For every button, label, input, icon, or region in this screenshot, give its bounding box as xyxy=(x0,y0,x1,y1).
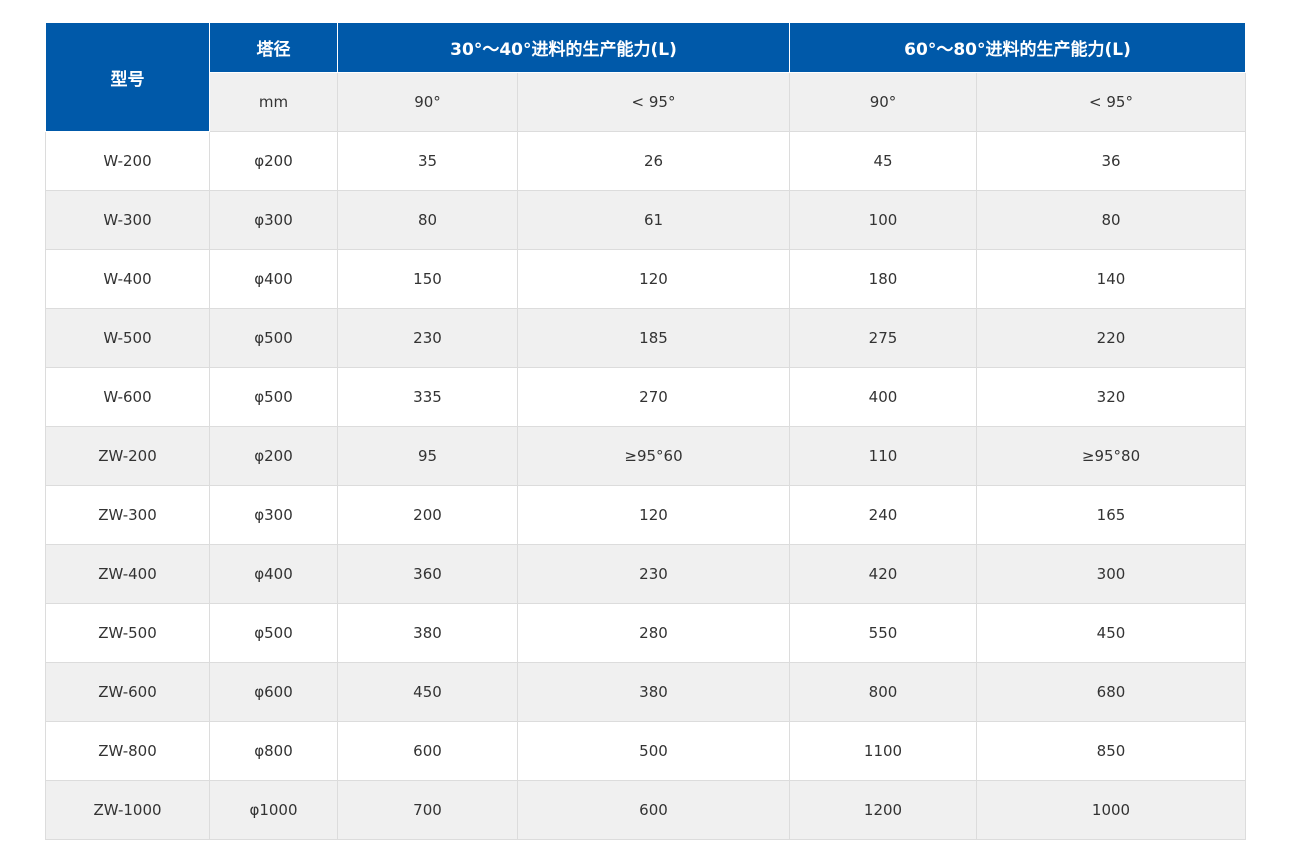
cell-g2-90: 110 xyxy=(789,426,977,486)
subheader-diameter-unit: mm xyxy=(209,72,338,132)
spec-table: 型号 塔径 30°～40°进料的生产能力(L) 60°～80°进料的生产能力(L… xyxy=(45,22,1246,840)
cell-g1-90: 380 xyxy=(337,603,518,663)
cell-g2-lt95: 165 xyxy=(976,485,1246,545)
cell-model: ZW-600 xyxy=(45,662,210,722)
cell-model: W-600 xyxy=(45,367,210,427)
cell-g2-lt95: 450 xyxy=(976,603,1246,663)
header-group-30-40: 30°～40°进料的生产能力(L) xyxy=(337,22,790,73)
table-row: W-500 φ500 230 185 275 220 xyxy=(45,308,1246,368)
table-row: ZW-500 φ500 380 280 550 450 xyxy=(45,603,1246,663)
subheader-g2-lt95: < 95° xyxy=(976,72,1246,132)
cell-g1-90: 150 xyxy=(337,249,518,309)
header-row-primary: 型号 塔径 30°～40°进料的生产能力(L) 60°～80°进料的生产能力(L… xyxy=(45,22,1246,132)
table-row: ZW-1000 φ1000 700 600 1200 1000 xyxy=(45,780,1246,840)
cell-g2-90: 45 xyxy=(789,131,977,191)
cell-g1-lt95: 61 xyxy=(517,190,790,250)
cell-diameter: φ400 xyxy=(209,249,338,309)
cell-g2-90: 275 xyxy=(789,308,977,368)
spec-table-container: 型号 塔径 30°～40°进料的生产能力(L) 60°～80°进料的生产能力(L… xyxy=(45,22,1246,840)
cell-g1-90: 700 xyxy=(337,780,518,840)
cell-g2-lt95: 680 xyxy=(976,662,1246,722)
cell-model: W-400 xyxy=(45,249,210,309)
cell-g1-90: 200 xyxy=(337,485,518,545)
cell-g1-lt95: 380 xyxy=(517,662,790,722)
cell-diameter: φ200 xyxy=(209,426,338,486)
cell-diameter: φ500 xyxy=(209,308,338,368)
cell-g1-90: 230 xyxy=(337,308,518,368)
cell-model: ZW-1000 xyxy=(45,780,210,840)
cell-g2-90: 550 xyxy=(789,603,977,663)
cell-g2-lt95: 80 xyxy=(976,190,1246,250)
cell-g1-90: 600 xyxy=(337,721,518,781)
header-row-secondary: mm 90° < 95° 90° < 95° xyxy=(46,72,1246,132)
cell-diameter: φ300 xyxy=(209,485,338,545)
cell-g2-90: 180 xyxy=(789,249,977,309)
table-row: ZW-200 φ200 95 ≥95°60 110 ≥95°80 xyxy=(45,426,1246,486)
cell-g2-90: 1100 xyxy=(789,721,977,781)
table-row: ZW-800 φ800 600 500 1100 850 xyxy=(45,721,1246,781)
cell-model: W-500 xyxy=(45,308,210,368)
cell-g1-lt95: 270 xyxy=(517,367,790,427)
cell-g2-90: 100 xyxy=(789,190,977,250)
table-header: 型号 塔径 30°～40°进料的生产能力(L) 60°～80°进料的生产能力(L… xyxy=(45,22,1246,132)
cell-model: ZW-200 xyxy=(45,426,210,486)
cell-g2-lt95: 220 xyxy=(976,308,1246,368)
cell-g1-lt95: ≥95°60 xyxy=(517,426,790,486)
cell-g1-90: 80 xyxy=(337,190,518,250)
cell-model: ZW-500 xyxy=(45,603,210,663)
table-row: W-300 φ300 80 61 100 80 xyxy=(45,190,1246,250)
subheader-g1-lt95: < 95° xyxy=(517,72,790,132)
table-row: W-400 φ400 150 120 180 140 xyxy=(45,249,1246,309)
cell-g2-lt95: 300 xyxy=(976,544,1246,604)
cell-g1-90: 35 xyxy=(337,131,518,191)
cell-g1-lt95: 185 xyxy=(517,308,790,368)
cell-diameter: φ300 xyxy=(209,190,338,250)
cell-g1-90: 95 xyxy=(337,426,518,486)
cell-diameter: φ600 xyxy=(209,662,338,722)
table-row: ZW-300 φ300 200 120 240 165 xyxy=(45,485,1246,545)
subheader-g1-90: 90° xyxy=(337,72,518,132)
cell-g1-90: 360 xyxy=(337,544,518,604)
cell-g1-90: 335 xyxy=(337,367,518,427)
cell-g2-90: 420 xyxy=(789,544,977,604)
cell-g2-90: 800 xyxy=(789,662,977,722)
table-row: ZW-600 φ600 450 380 800 680 xyxy=(45,662,1246,722)
cell-g2-lt95: 850 xyxy=(976,721,1246,781)
cell-g1-lt95: 120 xyxy=(517,249,790,309)
cell-g2-90: 400 xyxy=(789,367,977,427)
cell-g2-90: 1200 xyxy=(789,780,977,840)
cell-g1-lt95: 26 xyxy=(517,131,790,191)
table-row: W-200 φ200 35 26 45 36 xyxy=(45,131,1246,191)
cell-diameter: φ1000 xyxy=(209,780,338,840)
cell-g1-lt95: 500 xyxy=(517,721,790,781)
table-body: W-200 φ200 35 26 45 36 W-300 φ300 80 61 100 80 W-400… xyxy=(45,131,1246,840)
cell-model: W-300 xyxy=(45,190,210,250)
cell-diameter: φ500 xyxy=(209,367,338,427)
cell-g2-90: 240 xyxy=(789,485,977,545)
cell-diameter: φ400 xyxy=(209,544,338,604)
cell-g2-lt95: ≥95°80 xyxy=(976,426,1246,486)
cell-diameter: φ200 xyxy=(209,131,338,191)
cell-diameter: φ800 xyxy=(209,721,338,781)
cell-g1-90: 450 xyxy=(337,662,518,722)
cell-g2-lt95: 1000 xyxy=(976,780,1246,840)
cell-g1-lt95: 280 xyxy=(517,603,790,663)
cell-g2-lt95: 140 xyxy=(976,249,1246,309)
subheader-g2-90: 90° xyxy=(789,72,977,132)
cell-diameter: φ500 xyxy=(209,603,338,663)
cell-g1-lt95: 230 xyxy=(517,544,790,604)
cell-g1-lt95: 600 xyxy=(517,780,790,840)
cell-model: ZW-400 xyxy=(45,544,210,604)
cell-g1-lt95: 120 xyxy=(517,485,790,545)
header-group-60-80: 60°～80°进料的生产能力(L) xyxy=(789,22,1246,73)
header-model: 型号 xyxy=(45,22,210,132)
cell-model: ZW-300 xyxy=(45,485,210,545)
cell-g2-lt95: 320 xyxy=(976,367,1246,427)
cell-model: W-200 xyxy=(45,131,210,191)
cell-g2-lt95: 36 xyxy=(976,131,1246,191)
header-diameter: 塔径 xyxy=(209,22,338,73)
table-row: W-600 φ500 335 270 400 320 xyxy=(45,367,1246,427)
cell-model: ZW-800 xyxy=(45,721,210,781)
table-row: ZW-400 φ400 360 230 420 300 xyxy=(45,544,1246,604)
